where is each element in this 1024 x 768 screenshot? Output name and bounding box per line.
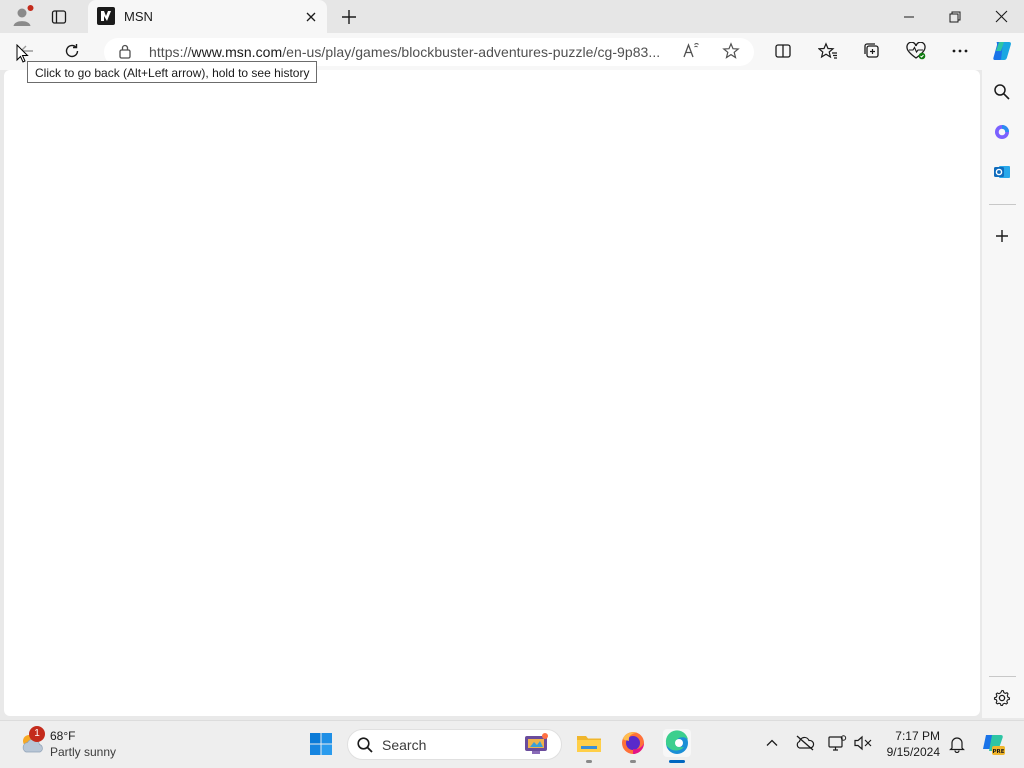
sidebar-add-button[interactable] <box>987 221 1017 251</box>
new-tab-button[interactable] <box>336 4 362 30</box>
minimize-button[interactable] <box>886 0 932 33</box>
running-indicator <box>630 760 636 763</box>
onedrive-offline-button[interactable] <box>795 734 815 752</box>
more-dots-icon <box>952 49 968 53</box>
sidebar-outlook-button[interactable] <box>987 157 1017 187</box>
copilot-icon <box>993 42 1011 60</box>
notifications-button[interactable] <box>948 735 966 753</box>
favorite-button[interactable] <box>716 36 746 66</box>
collections-icon <box>864 43 879 58</box>
sidebar-divider <box>989 204 1016 205</box>
close-window-button[interactable] <box>978 0 1024 33</box>
plus-icon <box>996 230 1008 242</box>
office-icon <box>995 125 1009 139</box>
restore-icon <box>949 11 961 22</box>
copilot-button[interactable] <box>987 36 1017 66</box>
star-add-icon <box>722 42 740 59</box>
url-host: www.msn.com <box>191 44 283 60</box>
favorites-button[interactable] <box>813 36 843 66</box>
heart-pulse-icon <box>906 42 926 60</box>
tab-title: MSN <box>124 9 153 24</box>
url-path: /en-us/play/games/blockbuster-adventures… <box>282 44 661 60</box>
settings-more-button[interactable] <box>945 36 975 66</box>
favorites-icon <box>818 42 837 59</box>
svg-text:PRE: PRE <box>992 749 1004 755</box>
show-hidden-icons-button[interactable] <box>764 735 780 751</box>
address-url[interactable]: https://www.msn.com/en-us/play/games/blo… <box>149 44 660 60</box>
bell-icon <box>949 737 965 753</box>
close-tab-button[interactable] <box>301 7 321 27</box>
folder-icon <box>577 736 601 752</box>
plus-icon <box>342 10 356 24</box>
refresh-icon <box>65 44 79 58</box>
gear-icon <box>993 689 1011 707</box>
close-icon <box>995 10 1007 23</box>
firefox-icon <box>622 732 644 754</box>
restore-button[interactable] <box>932 0 978 33</box>
search-icon <box>356 736 374 754</box>
profile-icon <box>13 5 34 26</box>
clock-date: 9/15/2024 <box>886 745 940 759</box>
copilot-taskbar-button[interactable]: PRE <box>980 731 1006 757</box>
copilot-pre-icon: PRE <box>983 735 1005 755</box>
running-indicator <box>586 760 592 763</box>
outlook-icon <box>994 166 1010 178</box>
url-prefix: https:// <box>149 44 192 60</box>
volume-button[interactable] <box>853 734 873 752</box>
split-screen-button[interactable] <box>768 36 798 66</box>
split-screen-icon <box>775 44 791 58</box>
back-button-tooltip: Click to go back (Alt+Left arrow), hold … <box>27 61 318 83</box>
start-button[interactable] <box>306 729 336 759</box>
web-content-area[interactable] <box>4 70 980 716</box>
notification-badge: 1 <box>29 726 45 742</box>
monitor-icon <box>828 735 847 751</box>
edge-taskbar-button[interactable] <box>663 729 691 757</box>
sidebar-settings-button[interactable] <box>987 683 1017 713</box>
read-aloud-button[interactable] <box>676 36 706 66</box>
weather-temp: 68°F <box>50 729 76 743</box>
weather-desc: Partly sunny <box>50 745 117 759</box>
sidebar-divider <box>989 676 1016 677</box>
clock-time: 7:17 PM <box>895 729 940 743</box>
lock-icon[interactable] <box>117 43 133 59</box>
browser-essentials-button[interactable] <box>901 36 931 66</box>
search-highlight-icon <box>521 731 551 757</box>
windows-logo-icon <box>310 733 332 755</box>
sidebar-office-button[interactable] <box>987 117 1017 147</box>
collections-button[interactable] <box>857 36 887 66</box>
msn-favicon-icon <box>97 7 115 25</box>
sidebar-search-button[interactable] <box>987 77 1017 107</box>
display-button[interactable] <box>827 734 847 752</box>
chevron-up-icon <box>766 739 778 746</box>
search-icon <box>994 84 1010 100</box>
tab-actions-button[interactable] <box>46 4 72 30</box>
minimize-icon <box>904 16 914 17</box>
active-indicator <box>669 760 685 763</box>
cloud-off-icon <box>796 735 815 751</box>
profile-button[interactable] <box>10 4 36 30</box>
search-placeholder: Search <box>382 737 427 753</box>
file-explorer-button[interactable] <box>575 729 603 757</box>
tab-actions-icon <box>51 10 67 24</box>
read-aloud-icon <box>683 43 699 58</box>
firefox-button[interactable] <box>619 729 647 757</box>
speaker-muted-icon <box>854 735 872 751</box>
edge-icon <box>665 730 688 754</box>
close-icon <box>306 12 316 22</box>
